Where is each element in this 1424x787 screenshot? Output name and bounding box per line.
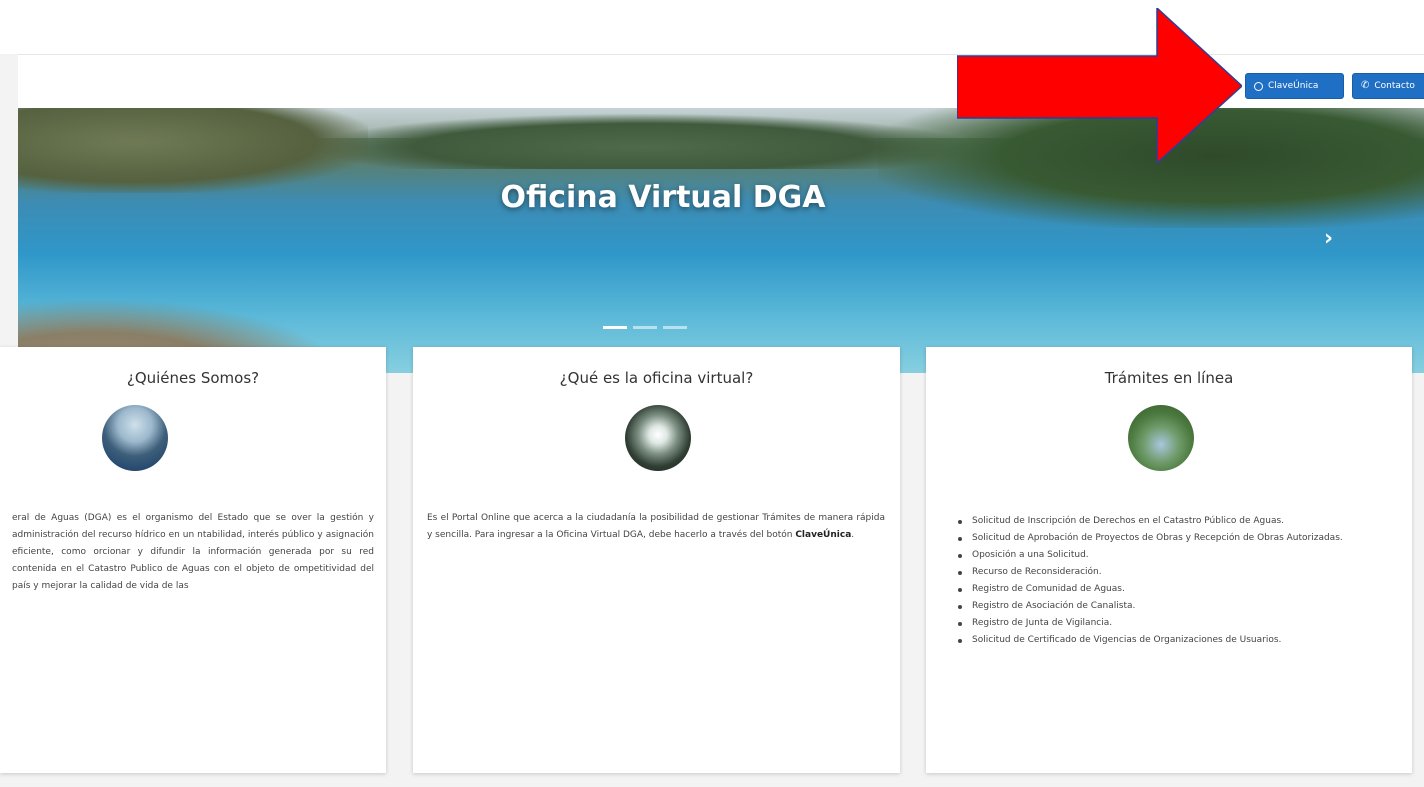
card-text-end: . bbox=[851, 530, 855, 540]
contacto-label: Contacto bbox=[1374, 81, 1415, 91]
card-title: Trámites en línea bbox=[1104, 369, 1234, 387]
tramite-item[interactable]: Solicitud de Inscripción de Derechos en … bbox=[956, 513, 1406, 530]
waterfall-photo bbox=[625, 405, 691, 471]
card-text: Es el Portal Online que acerca a la ciud… bbox=[427, 510, 885, 544]
claveunica-icon bbox=[1254, 81, 1263, 91]
annotation-arrow bbox=[957, 8, 1242, 163]
carousel-indicator-2[interactable] bbox=[633, 326, 657, 329]
card-tramites: Trámites en línea Solicitud de Inscripci… bbox=[926, 347, 1412, 773]
carousel-indicators bbox=[603, 326, 687, 329]
tramite-item[interactable]: Registro de Junta de Vigilancia. bbox=[956, 615, 1406, 632]
claveunica-button[interactable]: ClaveÚnica bbox=[1245, 73, 1344, 99]
tramite-item[interactable]: Oposición a una Solicitud. bbox=[956, 547, 1406, 564]
tramite-item[interactable]: Solicitud de Certificado de Vigencias de… bbox=[956, 632, 1406, 649]
tramite-item[interactable]: Registro de Asociación de Canalista. bbox=[956, 598, 1406, 615]
claveunica-mention: ClaveÚnica bbox=[795, 530, 852, 540]
red-arrow-shape bbox=[957, 8, 1242, 163]
carousel-indicator-1[interactable] bbox=[603, 326, 627, 329]
tramite-item[interactable]: Recurso de Reconsideración. bbox=[956, 564, 1406, 581]
tramite-item[interactable]: Solicitud de Aprobación de Proyectos de … bbox=[956, 530, 1406, 547]
carousel-indicator-3[interactable] bbox=[663, 326, 687, 329]
tramites-list: Solicitud de Inscripción de Derechos en … bbox=[956, 513, 1406, 649]
chevron-right-icon[interactable]: › bbox=[1324, 226, 1333, 251]
hero-title: Oficina Virtual DGA bbox=[500, 180, 826, 215]
phone-icon: ✆ bbox=[1361, 80, 1370, 91]
contacto-button[interactable]: ✆ Contacto bbox=[1352, 73, 1424, 99]
hero-hills bbox=[318, 114, 968, 169]
card-title: ¿Qué es la oficina virtual? bbox=[559, 369, 754, 387]
card-oficina-virtual: ¿Qué es la oficina virtual? Es el Portal… bbox=[413, 347, 900, 773]
lake-photo bbox=[102, 405, 168, 471]
claveunica-label: ClaveÚnica bbox=[1268, 81, 1319, 91]
tramite-item[interactable]: Registro de Comunidad de Aguas. bbox=[956, 581, 1406, 598]
page: ClaveÚnica ✆ Contacto Oficina Virtual DG… bbox=[0, 0, 1424, 787]
card-quienes-somos: ¿Quiénes Somos? eral de Aguas (DGA) es e… bbox=[0, 347, 386, 773]
card-text: eral de Aguas (DGA) es el organismo del … bbox=[12, 513, 374, 591]
river-photo bbox=[1128, 405, 1194, 471]
card-title: ¿Quiénes Somos? bbox=[126, 369, 260, 387]
